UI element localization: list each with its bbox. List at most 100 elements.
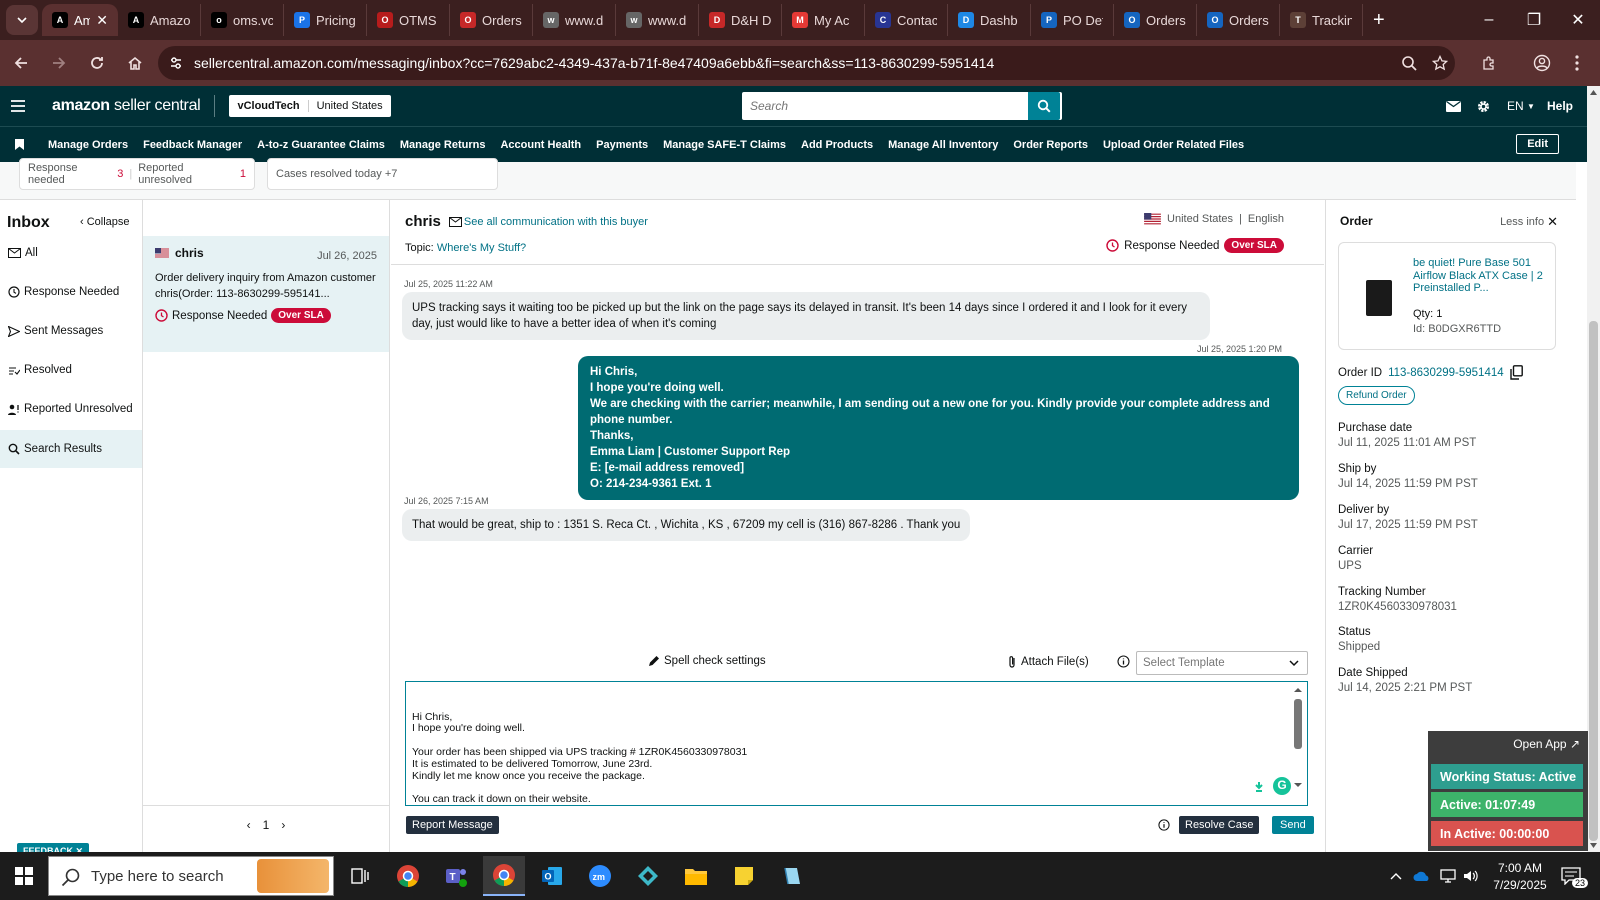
product-image[interactable]	[1366, 280, 1392, 316]
case-info-icon[interactable]	[1158, 819, 1170, 831]
nav-link[interactable]: Manage All Inventory	[888, 139, 998, 151]
conversation-item[interactable]: chris Jul 26, 2025 Order delivery inquir…	[143, 236, 389, 352]
messages-button[interactable]	[1446, 86, 1461, 126]
minimize-button[interactable]: –	[1466, 0, 1512, 40]
close-tab-icon[interactable]: ✕	[96, 12, 108, 29]
folder-resolved[interactable]: Resolved	[0, 351, 142, 389]
bookmark-icon[interactable]	[15, 139, 24, 150]
nav-link[interactable]: Payments	[596, 139, 648, 151]
copy-icon[interactable]	[1509, 365, 1523, 380]
zoom-button[interactable]	[1394, 40, 1424, 86]
browser-tab[interactable]: w www.d	[533, 4, 616, 36]
reload-button[interactable]	[80, 46, 114, 80]
folder-search-results[interactable]: Search Results	[0, 430, 142, 468]
browser-tab[interactable]: C Contac	[865, 4, 948, 36]
prev-page-button[interactable]: ‹	[247, 818, 251, 832]
taskbar-app-diamond[interactable]	[627, 856, 669, 896]
nav-link[interactable]: Account Health	[500, 139, 581, 151]
nav-link[interactable]: Feedback Manager	[143, 139, 242, 151]
nav-link[interactable]: Manage Returns	[400, 139, 486, 151]
folder-response-needed[interactable]: Response Needed	[0, 273, 142, 311]
nav-link[interactable]: Order Reports	[1013, 139, 1088, 151]
nav-link[interactable]: Manage SAFE-T Claims	[663, 139, 786, 151]
notification-center-button[interactable]: 23	[1561, 852, 1589, 900]
see-all-communication-link[interactable]: See all communication with this buyer	[448, 216, 648, 228]
language-selector[interactable]: EN ▼	[1507, 86, 1535, 126]
seller-search-button[interactable]	[1028, 92, 1060, 120]
taskbar-app-blue[interactable]	[771, 856, 813, 896]
browser-tab[interactable]: O OTMS	[367, 4, 450, 36]
less-info-button[interactable]: Less info ✕	[1500, 214, 1558, 230]
taskbar-zoom[interactable]: zm	[579, 856, 621, 896]
browser-tab[interactable]: P Pricing	[284, 4, 367, 36]
browser-tab[interactable]: M My Ac	[782, 4, 865, 36]
report-message-button[interactable]: Report Message	[406, 816, 499, 834]
collapse-button[interactable]: ‹ Collapse	[80, 216, 130, 228]
taskbar-outlook[interactable]: O	[531, 856, 573, 896]
taskbar-chrome[interactable]	[387, 856, 429, 896]
topic-link[interactable]: Where's My Stuff?	[437, 242, 526, 254]
browser-tab[interactable]: O Orders	[1114, 4, 1197, 36]
textarea-scrollbar[interactable]	[1293, 686, 1303, 798]
nav-link[interactable]: Manage Orders	[48, 139, 128, 151]
volume-icon[interactable]	[1463, 852, 1479, 900]
nav-link[interactable]: Add Products	[801, 139, 873, 151]
grammar-assistant-icon[interactable]	[1250, 778, 1267, 795]
settings-button[interactable]	[1476, 86, 1491, 126]
seller-search-input[interactable]	[742, 99, 1028, 113]
select-template-dropdown[interactable]: Select Template	[1136, 651, 1308, 675]
edit-nav-button[interactable]: Edit	[1516, 134, 1559, 154]
profile-button[interactable]	[1527, 40, 1557, 86]
browser-tab[interactable]: w www.d	[616, 4, 699, 36]
product-title-link[interactable]: be quiet! Pure Base 501 Airflow Black AT…	[1413, 257, 1551, 295]
network-icon[interactable]	[1439, 852, 1457, 900]
taskbar-search-box[interactable]: Type here to search	[48, 856, 334, 896]
taskbar-chrome-profile[interactable]	[483, 856, 525, 896]
next-page-button[interactable]: ›	[281, 818, 285, 832]
attach-files-button[interactable]: Attach File(s)	[1008, 655, 1089, 669]
open-app-link[interactable]: Open App ↗	[1513, 737, 1580, 751]
browser-menu-button[interactable]	[1562, 40, 1592, 86]
browser-tab[interactable]: D D&H D	[699, 4, 782, 36]
folder-reported-unresolved[interactable]: Reported Unresolved	[0, 390, 142, 428]
new-tab-button[interactable]: +	[1373, 9, 1385, 32]
show-hidden-icons-button[interactable]	[1390, 852, 1402, 900]
send-button[interactable]: Send	[1272, 816, 1314, 834]
folder-sent-messages[interactable]: Sent Messages	[0, 312, 142, 350]
account-switcher[interactable]: vCloudTech United States	[229, 95, 391, 117]
bookmark-star-button[interactable]	[1425, 40, 1455, 86]
browser-tab[interactable]: o oms.vc	[201, 4, 284, 36]
extensions-button[interactable]	[1474, 40, 1504, 86]
nav-link[interactable]: A-to-z Guarantee Claims	[257, 139, 385, 151]
browser-tab[interactable]: P PO Det	[1031, 4, 1114, 36]
template-info-icon[interactable]	[1117, 655, 1130, 668]
folder-all[interactable]: All	[0, 234, 142, 272]
taskbar-teams[interactable]: T	[435, 856, 477, 896]
help-link[interactable]: Help	[1547, 86, 1573, 126]
browser-tab[interactable]: O Orders	[450, 4, 533, 36]
tab-active[interactable]: A Am ✕	[42, 4, 118, 36]
reply-textarea[interactable]: Hi Chris, I hope you're doing well. Your…	[405, 681, 1308, 806]
close-window-button[interactable]: ✕	[1555, 0, 1600, 40]
nav-link[interactable]: Upload Order Related Files	[1103, 139, 1244, 151]
forward-button[interactable]	[42, 46, 76, 80]
site-info-icon[interactable]	[168, 55, 184, 71]
spell-check-settings-button[interactable]: Spell check settings	[648, 655, 766, 667]
taskbar-clock[interactable]: 7:00 AM 7/29/2025	[1487, 852, 1553, 900]
page-scrollbar[interactable]	[1587, 86, 1600, 852]
back-button[interactable]	[4, 46, 38, 80]
taskbar-file-explorer[interactable]	[675, 856, 717, 896]
restore-button[interactable]: ❐	[1511, 0, 1557, 40]
seller-central-logo[interactable]: amazon seller central	[52, 97, 201, 115]
browser-tab[interactable]: A Amazo	[118, 4, 201, 36]
home-button[interactable]	[118, 46, 152, 80]
browser-tab[interactable]: D Dashb	[948, 4, 1031, 36]
start-button[interactable]	[0, 852, 48, 900]
taskbar-sticky-notes[interactable]	[723, 856, 765, 896]
onedrive-icon[interactable]	[1413, 852, 1431, 900]
page-scroll-thumb[interactable]	[1589, 321, 1598, 841]
tab-search-button[interactable]	[6, 5, 38, 35]
browser-tab[interactable]: T Trackin	[1280, 4, 1363, 36]
resolve-case-button[interactable]: Resolve Case	[1179, 816, 1260, 834]
refund-order-button[interactable]: Refund Order	[1338, 386, 1415, 405]
